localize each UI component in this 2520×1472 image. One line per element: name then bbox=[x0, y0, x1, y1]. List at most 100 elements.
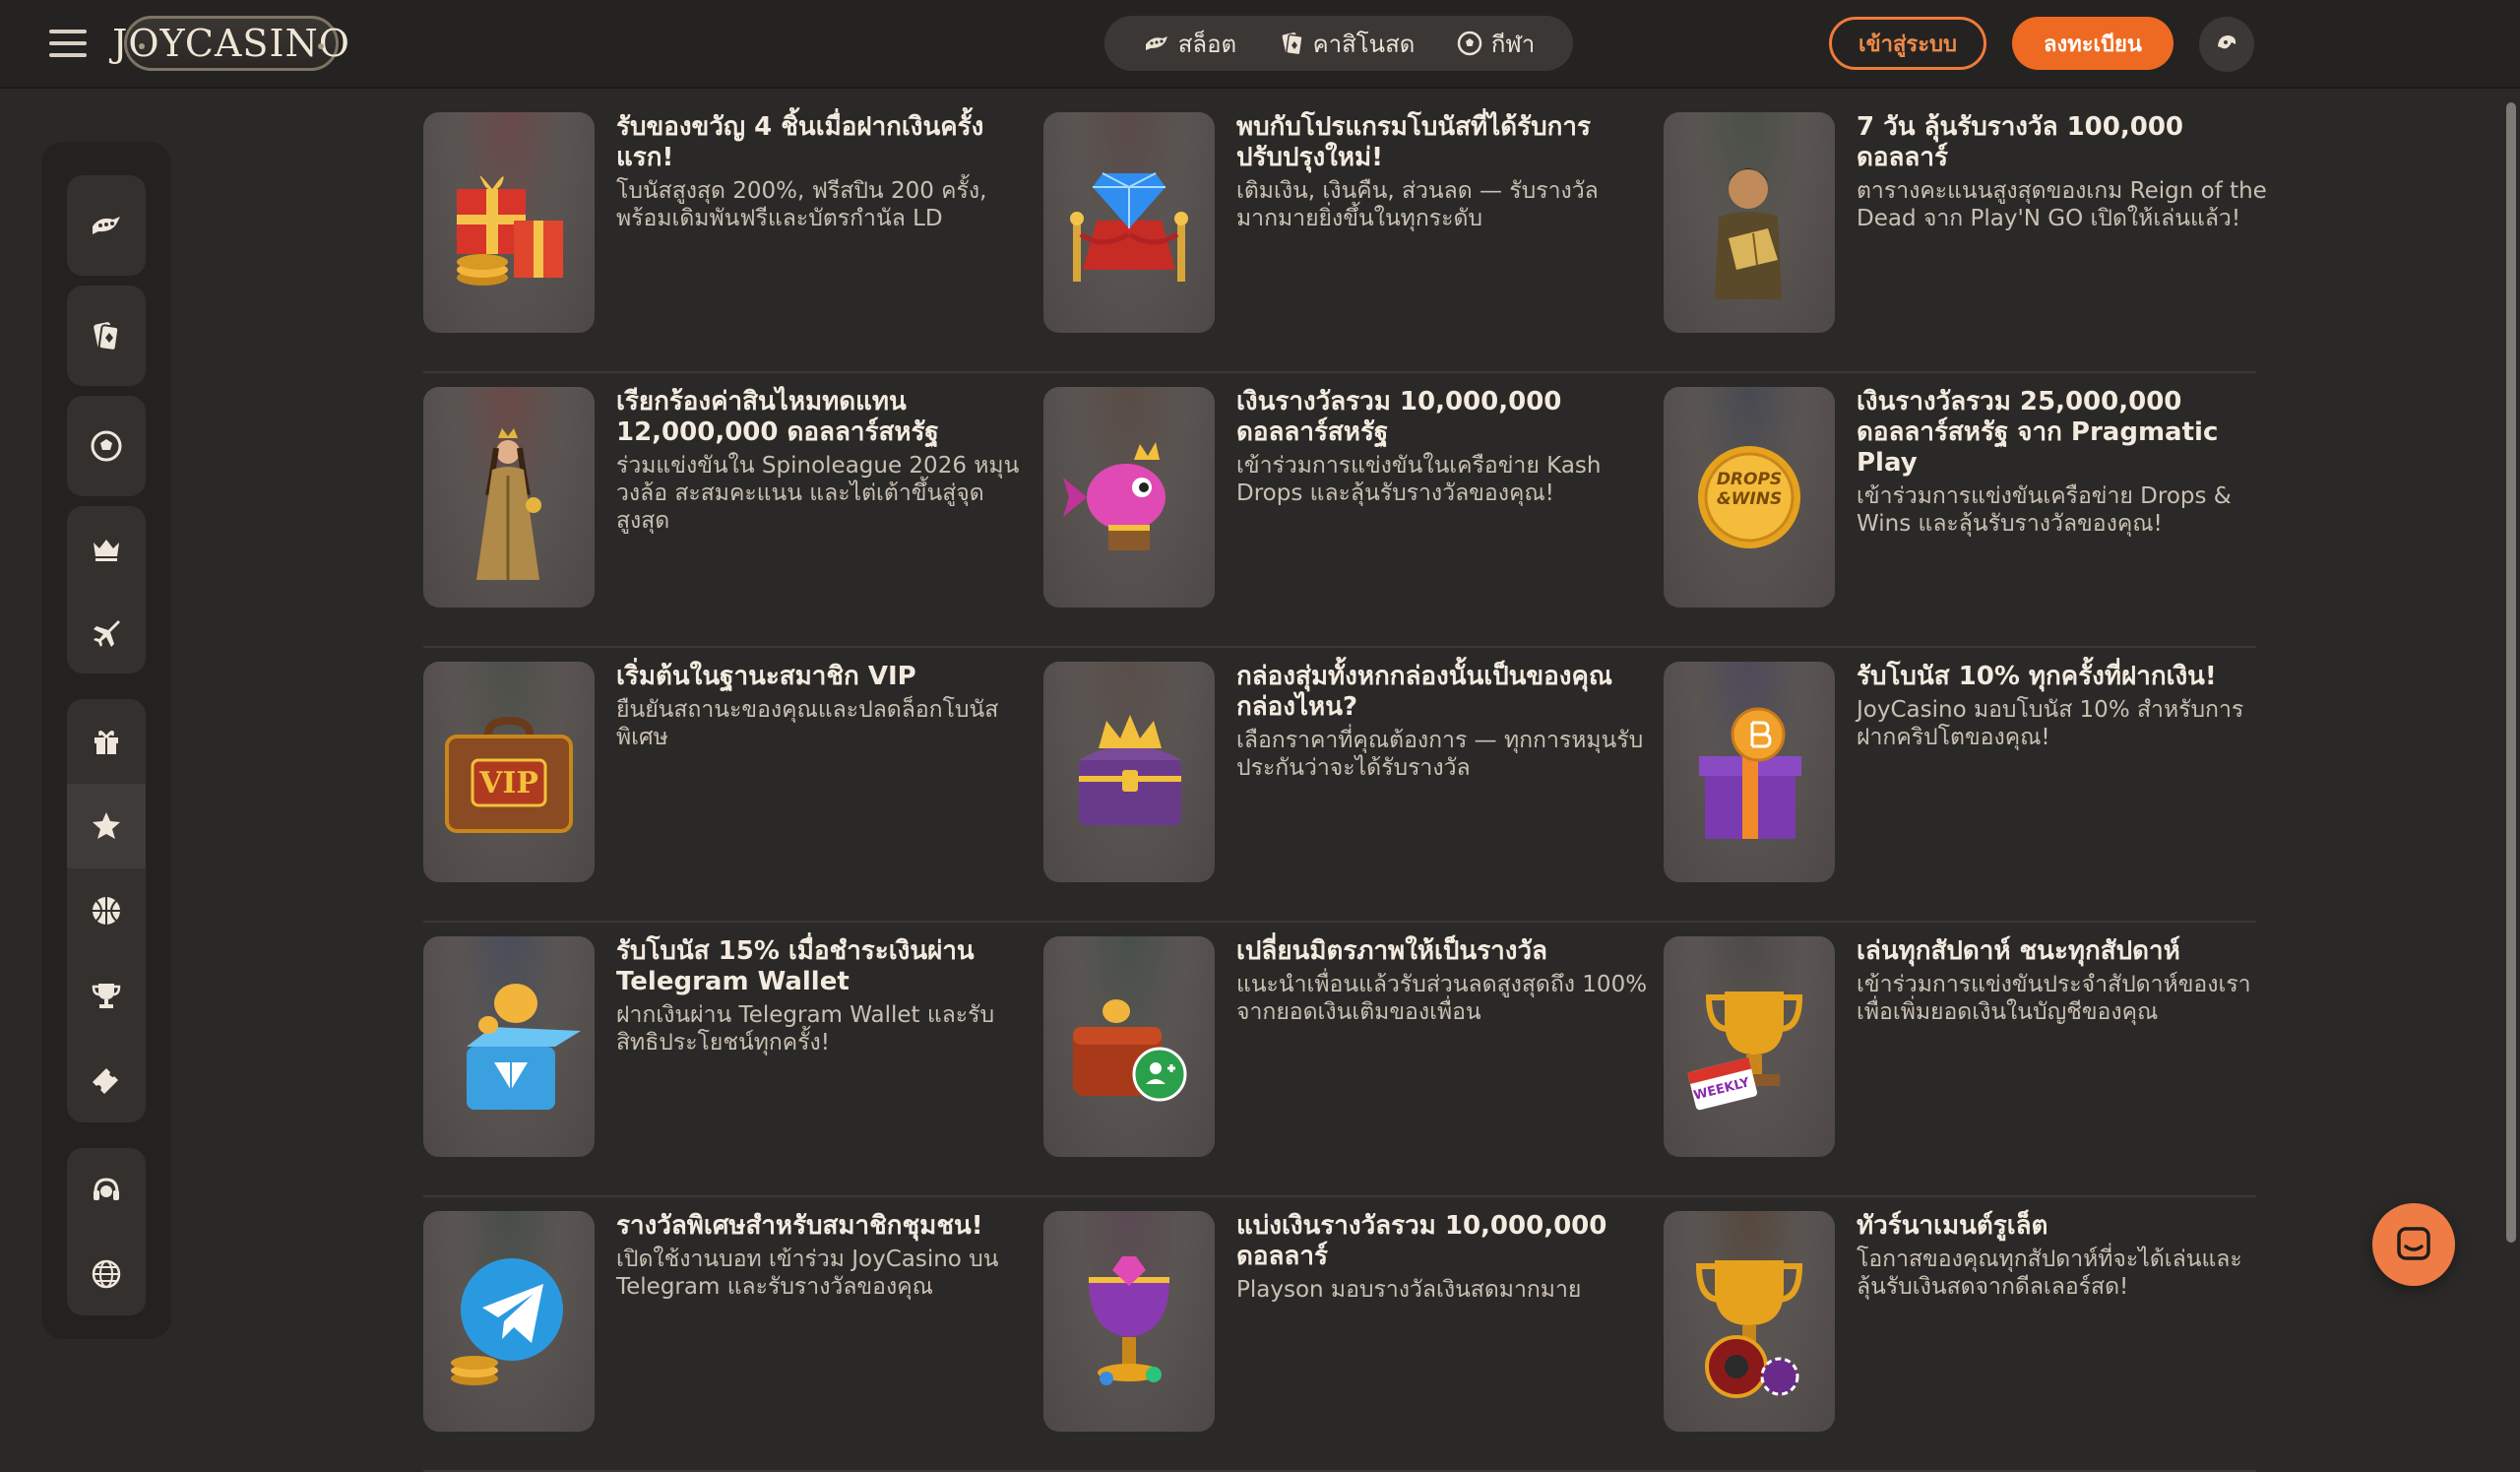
nav-live-casino[interactable]: คาสิโนสด bbox=[1278, 25, 1416, 63]
promo-title: พบกับโปรแกรมโบนัสที่ได้รับการปรับปรุงใหม… bbox=[1236, 112, 1591, 172]
sidebar-item-slots[interactable] bbox=[67, 175, 146, 276]
promo-title: ทัวร์นาเมนต์รูเล็ต bbox=[1857, 1211, 2048, 1241]
promo-title: รางวัลพิเศษสำหรับสมาชิกชุมชน! bbox=[616, 1211, 983, 1241]
nav-slots-label: สล็อต bbox=[1177, 30, 1237, 58]
gem-goblet-illustration bbox=[1089, 1256, 1169, 1385]
promo-image[interactable] bbox=[1664, 662, 1835, 882]
telegram-coins-illustration bbox=[451, 1258, 563, 1385]
language-button[interactable] bbox=[2199, 17, 2254, 72]
basketball-icon bbox=[93, 897, 120, 925]
promo-image[interactable] bbox=[423, 112, 595, 333]
promo-card[interactable]: รับโบนัส 15% เมื่อชำระเงินผ่าน Telegram … bbox=[423, 936, 1034, 1163]
trophy-icon bbox=[92, 984, 121, 1008]
promo-card[interactable]: ทัวร์นาเมนต์รูเล็ตโอกาสของคุณทุกสัปดาห์ท… bbox=[1664, 1211, 2274, 1438]
sidebar-item-achievements[interactable] bbox=[67, 953, 146, 1038]
promo-image[interactable] bbox=[423, 1211, 595, 1432]
joycasino-logo[interactable]: JOYCASINO bbox=[112, 16, 349, 71]
promo-card[interactable]: รางวัลพิเศษสำหรับสมาชิกชุมชน! เปิดใช้งานบ… bbox=[423, 1211, 1034, 1438]
promo-description: ร่วมแข่งขันใน Spinoleague 2026 หมุนวงล้อ… bbox=[616, 453, 1020, 534]
promo-image[interactable] bbox=[1043, 662, 1215, 882]
promo-row: เรียกร้องค่าสินไหมทดแทน 12,000,000 ดอลลา… bbox=[423, 373, 2256, 648]
weekly-trophy-illustration bbox=[1687, 992, 1803, 1111]
promo-image[interactable] bbox=[1664, 1211, 1835, 1432]
gift-icon bbox=[94, 731, 118, 754]
register-button[interactable]: ลงทะเบียน bbox=[2012, 17, 2174, 70]
nav-live-casino-label: คาสิโนสด bbox=[1312, 30, 1416, 58]
promo-title: เล่นทุกสัปดาห์ ชนะทุกสัปดาห์ bbox=[1857, 936, 2180, 966]
nav-sports-label: กีฬา bbox=[1490, 30, 1536, 58]
promo-card[interactable]: DROPS &WINS เงินรางวัลรวม 25,000,000 ดอลล… bbox=[1664, 387, 2274, 613]
sidebar-item-tournaments[interactable] bbox=[67, 868, 146, 953]
login-button[interactable]: เข้าสู่ระบบ bbox=[1829, 17, 1986, 70]
playing-cards-icon bbox=[94, 322, 120, 352]
promo-title: เริ่มต้นในฐานะสมาชิก VIP bbox=[616, 662, 916, 691]
badge-label: VIP bbox=[479, 766, 538, 800]
sidebar-item-bonuses[interactable] bbox=[67, 699, 146, 784]
promo-card[interactable]: กล่องสุ่มทั้งหกกล่องนั้นเป็นของคุณ กล่อง… bbox=[1043, 662, 1654, 888]
promo-card[interactable]: WEEKLY เล่นทุกสัปดาห์ ชนะทุกสัปดาห์เข้าร่… bbox=[1664, 936, 2274, 1163]
promo-image[interactable]: DROPS &WINS bbox=[1664, 387, 1835, 608]
promo-image[interactable] bbox=[1043, 112, 1215, 333]
promo-image[interactable] bbox=[1043, 1211, 1215, 1432]
promo-title: เงินรางวัลรวม 10,000,000 ดอลลาร์สหรัฐ bbox=[1236, 387, 1562, 447]
promo-card[interactable]: VIP เริ่มต้นในฐานะสมาชิก VIP ยืนยันสถานะขอ… bbox=[423, 662, 1034, 888]
scrollbar-thumb[interactable] bbox=[2506, 102, 2516, 1243]
playing-cards-icon bbox=[1282, 32, 1303, 56]
promo-card[interactable]: เปลี่ยนมิตรภาพให้เป็นรางวัล แนะนำเพื่อนแล… bbox=[1043, 936, 1654, 1163]
sidebar-item-live-casino[interactable] bbox=[67, 286, 146, 386]
bitcoin-gift-illustration bbox=[1699, 707, 1801, 839]
promo-card[interactable]: 7 วัน ลุ้นรับรางวัล 100,000 ดอลลาร์ตาราง… bbox=[1664, 112, 2274, 339]
queen-figure-illustration bbox=[476, 428, 541, 580]
sidebar-item-support[interactable] bbox=[67, 1148, 146, 1232]
promo-title: เงินรางวัลรวม 25,000,000 ดอลลาร์สหรัฐ จา… bbox=[1857, 387, 2219, 478]
sidebar-item-language[interactable] bbox=[67, 1232, 146, 1315]
chat-button[interactable] bbox=[2372, 1203, 2455, 1286]
promo-image[interactable]: WEEKLY bbox=[1664, 936, 1835, 1157]
promo-title: แบ่งเงินรางวัลรวม 10,000,000 ดอลลาร์ bbox=[1236, 1211, 1607, 1271]
support-headset-icon bbox=[94, 1177, 119, 1200]
airplane-icon bbox=[94, 619, 120, 647]
promo-description: โอกาสของคุณทุกสัปดาห์ที่จะได้เล่นและลุ้น… bbox=[1857, 1247, 2242, 1300]
sidebar-item-crash-games[interactable] bbox=[67, 590, 146, 673]
promo-card[interactable]: เรียกร้องค่าสินไหมทดแทน 12,000,000 ดอลลา… bbox=[423, 387, 1034, 613]
promo-image[interactable] bbox=[423, 387, 595, 608]
sidebar-item-vip[interactable] bbox=[67, 506, 146, 590]
promo-image[interactable] bbox=[1664, 112, 1835, 333]
coin-label: DROPS &WINS bbox=[1716, 470, 1783, 509]
promo-card[interactable]: พบกับโปรแกรมโบนัสที่ได้รับการปรับปรุงใหม… bbox=[1043, 112, 1654, 339]
sidebar-group-support bbox=[67, 1148, 146, 1315]
promo-description: ตารางคะแนนสูงสุดของเกม Reign of the Dead… bbox=[1857, 178, 2267, 231]
nav-slots[interactable]: สล็อต bbox=[1143, 25, 1236, 63]
sidebar-group-live bbox=[67, 286, 146, 386]
sidebar-item-lottery[interactable] bbox=[67, 1038, 146, 1122]
sidebar-item-promotions[interactable] bbox=[67, 784, 146, 868]
promo-title: 7 วัน ลุ้นรับรางวัล 100,000 ดอลลาร์ bbox=[1857, 112, 2184, 172]
wallet-add-friend-illustration bbox=[1073, 999, 1187, 1102]
sidebar bbox=[41, 142, 171, 1339]
nav-sports[interactable]: กีฬา bbox=[1456, 25, 1535, 63]
sidebar-item-sports[interactable] bbox=[67, 396, 146, 496]
promo-card[interactable]: แบ่งเงินรางวัลรวม 10,000,000 ดอลลาร์ Play… bbox=[1043, 1211, 1654, 1438]
top-bar: JOYCASINO สล็อต คาสิโนสด กีฬา เข้าสู่ระบ… bbox=[0, 0, 2520, 89]
promo-row: รางวัลพิเศษสำหรับสมาชิกชุมชน! เปิดใช้งานบ… bbox=[423, 1197, 2256, 1472]
gift-boxes-coins-illustration bbox=[457, 175, 563, 286]
promo-row: VIP เริ่มต้นในฐานะสมาชิก VIP ยืนยันสถานะขอ… bbox=[423, 648, 2256, 923]
promo-description: เข้าร่วมการแข่งขันประจำสัปดาห์ของเราเพื่… bbox=[1857, 972, 2251, 1025]
promo-description: โบนัสสูงสุด 200%, ฟรีสปิน 200 ครั้ง, พร้… bbox=[616, 178, 987, 231]
promo-image[interactable] bbox=[1043, 936, 1215, 1157]
menu-icon[interactable] bbox=[49, 30, 87, 57]
promo-image[interactable] bbox=[423, 936, 595, 1157]
sidebar-group-sports bbox=[67, 396, 146, 496]
diamond-red-carpet-illustration bbox=[1070, 172, 1188, 282]
promo-image[interactable]: VIP bbox=[423, 662, 595, 882]
promo-card[interactable]: เงินรางวัลรวม 10,000,000 ดอลลาร์สหรัฐ เข้… bbox=[1043, 387, 1654, 613]
promo-card[interactable]: รับของขวัญ 4 ชิ้นเมื่อฝากเงินครั้งแรก! โบ… bbox=[423, 112, 1034, 339]
soccer-ball-icon bbox=[1457, 31, 1482, 56]
promo-card[interactable]: รับโบนัส 10% ทุกครั้งที่ฝากเงิน! JoyCasin… bbox=[1664, 662, 2274, 888]
promo-title: กล่องสุ่มทั้งหกกล่องนั้นเป็นของคุณ กล่อง… bbox=[1236, 662, 1613, 722]
promo-title: รับของขวัญ 4 ชิ้นเมื่อฝากเงินครั้งแรก! bbox=[616, 112, 984, 172]
globe-icon bbox=[92, 1259, 121, 1288]
adventurer-book-illustration bbox=[1715, 168, 1782, 299]
promo-image[interactable] bbox=[1043, 387, 1215, 608]
chat-bubble-icon bbox=[2397, 1227, 2430, 1260]
